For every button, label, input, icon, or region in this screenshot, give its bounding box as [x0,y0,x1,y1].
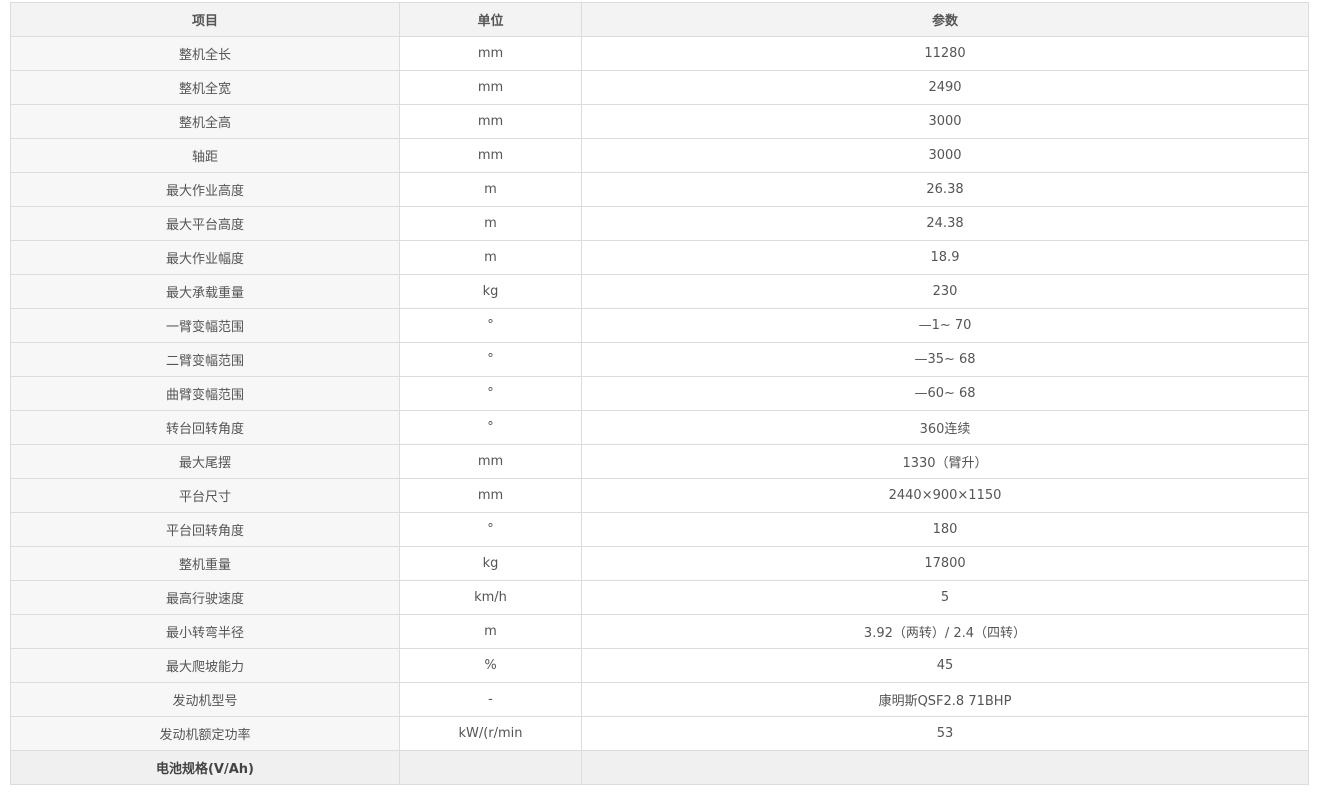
cell-value: 11280 [581,36,1309,71]
cell-item: 整机全长 [10,36,400,71]
cell-item: 整机重量 [10,546,400,581]
cell-item: 最大爬坡能力 [10,648,400,683]
footer-row: 电池规格(V/Ah) [10,750,1309,785]
cell-unit: kg [399,546,582,581]
cell-value: 1330（臂升） [581,444,1309,479]
cell-unit: mm [399,444,582,479]
table-row: 最大作业幅度 m 18.9 [10,240,1309,275]
cell-item: 二臂变幅范围 [10,342,400,377]
cell-value: 3000 [581,104,1309,139]
cell-value: 3000 [581,138,1309,173]
cell-item: 轴距 [10,138,400,173]
cell-value: —1~ 70 [581,308,1309,343]
cell-value: 26.38 [581,172,1309,207]
header-unit: 单位 [399,2,582,37]
table-row: 发动机型号 - 康明斯QSF2.8 71BHP [10,682,1309,717]
cell-value: 24.38 [581,206,1309,241]
table-row: 平台尺寸 mm 2440×900×1150 [10,478,1309,513]
cell-unit: - [399,682,582,717]
cell-value: —60~ 68 [581,376,1309,411]
cell-unit: ° [399,342,582,377]
cell-unit: mm [399,104,582,139]
table-row: 平台回转角度 ° 180 [10,512,1309,547]
cell-item: 整机全宽 [10,70,400,105]
cell-value: 2440×900×1150 [581,478,1309,513]
cell-unit: ° [399,376,582,411]
header-item: 项目 [10,2,400,37]
table-row: 整机全长 mm 11280 [10,36,1309,71]
table-row: 轴距 mm 3000 [10,138,1309,173]
cell-unit: mm [399,478,582,513]
cell-item: 最小转弯半径 [10,614,400,649]
table-row: 发动机额定功率 kW/(r/min 53 [10,716,1309,751]
cell-unit: ° [399,512,582,547]
table-row: 转台回转角度 ° 360连续 [10,410,1309,445]
cell-item: 平台回转角度 [10,512,400,547]
cell-unit: kW/(r/min [399,716,582,751]
cell-item: 一臂变幅范围 [10,308,400,343]
cell-item: 最大承载重量 [10,274,400,309]
cell-unit: ° [399,410,582,445]
spec-table-header: 项目 单位 参数 [10,2,1309,37]
cell-value: 3.92（两转）/ 2.4（四转） [581,614,1309,649]
cell-unit: % [399,648,582,683]
cell-unit: m [399,240,582,275]
cell-value: 53 [581,716,1309,751]
cell-unit: km/h [399,580,582,615]
spec-table-body: 整机全长 mm 11280 整机全宽 mm 2490 整机全高 mm 3000 轴距 mm 3000 最… [10,36,1309,785]
table-row: 最大作业高度 m 26.38 [10,172,1309,207]
cell-value: 180 [581,512,1309,547]
cell-unit: mm [399,36,582,71]
cell-value: 17800 [581,546,1309,581]
cell-item: 最大作业幅度 [10,240,400,275]
cell-unit: mm [399,138,582,173]
cell-value: 5 [581,580,1309,615]
cell-unit: m [399,206,582,241]
cell-item: 整机全高 [10,104,400,139]
table-row: 最大平台高度 m 24.38 [10,206,1309,241]
table-row: 最大承载重量 kg 230 [10,274,1309,309]
cell-item: 最大作业高度 [10,172,400,207]
table-row: 二臂变幅范围 ° —35~ 68 [10,342,1309,377]
table-row: 最高行驶速度 km/h 5 [10,580,1309,615]
cell-value: 2490 [581,70,1309,105]
cell-item: 曲臂变幅范围 [10,376,400,411]
cell-unit: ° [399,308,582,343]
cell-item: 平台尺寸 [10,478,400,513]
footer-unit [399,750,582,785]
cell-item: 最大平台高度 [10,206,400,241]
table-row: 整机全高 mm 3000 [10,104,1309,139]
header-value: 参数 [581,2,1309,37]
table-row: 曲臂变幅范围 ° —60~ 68 [10,376,1309,411]
cell-unit: m [399,614,582,649]
cell-value: —35~ 68 [581,342,1309,377]
table-row: 一臂变幅范围 ° —1~ 70 [10,308,1309,343]
header-row: 项目 单位 参数 [10,2,1309,37]
footer-item: 电池规格(V/Ah) [10,750,400,785]
cell-value: 康明斯QSF2.8 71BHP [581,682,1309,717]
table-row: 最大爬坡能力% 45 [10,648,1309,683]
cell-value: 230 [581,274,1309,309]
cell-unit: m [399,172,582,207]
cell-item: 最大尾摆 [10,444,400,479]
table-row: 最大尾摆 mm 1330（臂升） [10,444,1309,479]
spec-table: 项目 单位 参数 整机全长 mm 11280 整机全宽 mm 2490 整机全高 mm 3000… [10,2,1309,785]
cell-item: 发动机额定功率 [10,716,400,751]
cell-value: 18.9 [581,240,1309,275]
cell-value: 360连续 [581,410,1309,445]
cell-value: 45 [581,648,1309,683]
cell-item: 发动机型号 [10,682,400,717]
cell-item: 最高行驶速度 [10,580,400,615]
cell-unit: kg [399,274,582,309]
table-row: 最小转弯半径 m 3.92（两转）/ 2.4（四转） [10,614,1309,649]
cell-unit: mm [399,70,582,105]
table-row: 整机全宽 mm 2490 [10,70,1309,105]
footer-value [581,750,1309,785]
table-row: 整机重量 kg 17800 [10,546,1309,581]
cell-item: 转台回转角度 [10,410,400,445]
